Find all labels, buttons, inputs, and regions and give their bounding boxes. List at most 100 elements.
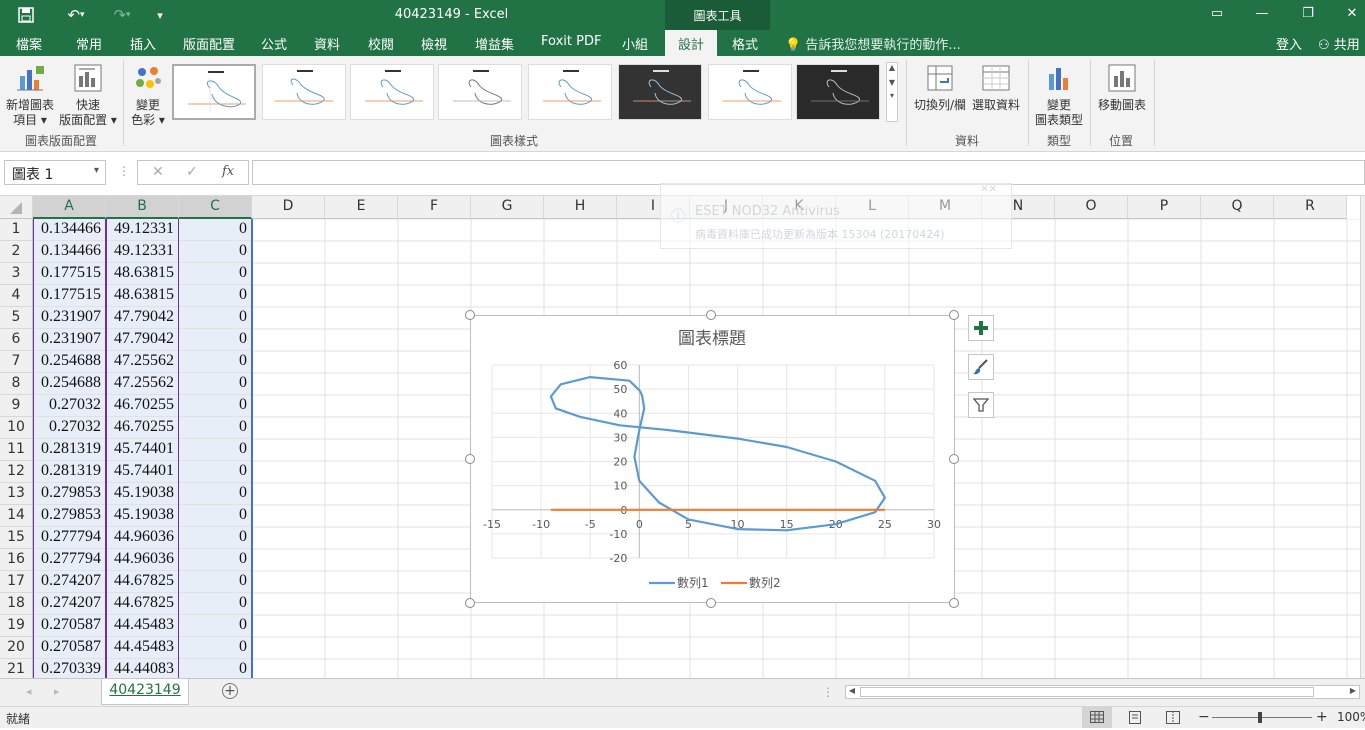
quick-layout-button[interactable]: 快速 版面配置 ▾ xyxy=(58,62,118,128)
share-button[interactable]: ⚇ 共用 xyxy=(1318,34,1360,53)
column-header-a[interactable]: A xyxy=(33,196,106,219)
name-box-dropdown-icon[interactable]: ▾ xyxy=(94,165,99,176)
column-header-d[interactable]: D xyxy=(252,196,325,219)
cell-b[interactable]: 47.79042 xyxy=(106,307,179,329)
change-colors-button[interactable]: 變更 色彩 ▾ xyxy=(128,62,168,128)
zoom-slider[interactable] xyxy=(1212,712,1312,723)
cell-c[interactable]: 0 xyxy=(179,241,252,263)
zoom-out-icon[interactable]: − xyxy=(1198,709,1210,725)
cell-a[interactable]: 0.281319 xyxy=(33,461,106,483)
close-icon[interactable]: ✕ xyxy=(1340,6,1364,21)
tell-me-box[interactable]: 💡 告訴我您想要執行的動作... xyxy=(785,34,961,53)
formula-input[interactable] xyxy=(252,160,1365,185)
scroll-thumb[interactable] xyxy=(860,687,1314,697)
cell-a[interactable]: 0.270339 xyxy=(33,659,106,678)
resize-handle-l[interactable] xyxy=(465,454,475,464)
scroll-left-icon[interactable]: ◀ xyxy=(846,686,858,698)
restore-icon[interactable]: ❐ xyxy=(1296,6,1320,21)
cell-b[interactable]: 44.44083 xyxy=(106,659,179,678)
tab-addins[interactable]: 增益集 xyxy=(475,34,514,53)
tab-design[interactable]: 設計 xyxy=(665,30,717,56)
cell-a[interactable]: 0.279853 xyxy=(33,505,106,527)
row-header[interactable]: 13 xyxy=(0,483,33,505)
cell-a[interactable]: 0.277794 xyxy=(33,527,106,549)
zoom-in-icon[interactable]: + xyxy=(1316,709,1328,725)
cancel-icon[interactable]: ✕ xyxy=(152,164,164,180)
resize-handle-br[interactable] xyxy=(949,598,959,608)
column-header-o[interactable]: O xyxy=(1055,196,1128,219)
cell-a[interactable]: 0.27032 xyxy=(33,395,106,417)
switch-row-column-button[interactable]: 切換列/欄 xyxy=(912,62,968,113)
cell-b[interactable]: 46.70255 xyxy=(106,395,179,417)
cell-c[interactable]: 0 xyxy=(179,329,252,351)
tab-insert[interactable]: 插入 xyxy=(130,34,156,53)
resize-handle-t[interactable] xyxy=(706,310,716,320)
row-header[interactable]: 16 xyxy=(0,549,33,571)
tab-home[interactable]: 常用 xyxy=(76,34,102,53)
tab-formulas[interactable]: 公式 xyxy=(261,34,287,53)
cell-b[interactable]: 44.96036 xyxy=(106,527,179,549)
cell-c[interactable]: 0 xyxy=(179,659,252,678)
cell-c[interactable]: 0 xyxy=(179,483,252,505)
resize-handle-b[interactable] xyxy=(706,598,716,608)
gallery-scroll[interactable]: ▲ ▼ ▾ xyxy=(886,62,898,122)
cell-b[interactable]: 48.63815 xyxy=(106,285,179,307)
select-all-corner[interactable] xyxy=(0,196,33,219)
page-layout-view-button[interactable] xyxy=(1128,711,1142,727)
row-header[interactable]: 15 xyxy=(0,527,33,549)
cell-a[interactable]: 0.254688 xyxy=(33,351,106,373)
sheet-next-icon[interactable]: ▸ xyxy=(54,685,60,698)
column-header-r[interactable]: R xyxy=(1274,196,1347,219)
row-header[interactable]: 10 xyxy=(0,417,33,439)
cell-a[interactable]: 0.231907 xyxy=(33,307,106,329)
column-header-f[interactable]: F xyxy=(398,196,471,219)
tab-review[interactable]: 校閱 xyxy=(368,34,394,53)
cell-a[interactable]: 0.279853 xyxy=(33,483,106,505)
row-header[interactable]: 4 xyxy=(0,285,33,307)
notification-close-icon[interactable]: ✕✕ xyxy=(980,184,997,195)
add-chart-element-button[interactable]: 新增圖表 項目 ▾ xyxy=(4,62,56,128)
sheet-prev-icon[interactable]: ◂ xyxy=(26,685,32,698)
cell-c[interactable]: 0 xyxy=(179,307,252,329)
minimize-icon[interactable]: — xyxy=(1250,6,1274,21)
change-chart-type-button[interactable]: 變更 圖表類型 xyxy=(1032,62,1086,128)
row-header[interactable]: 11 xyxy=(0,439,33,461)
cell-b[interactable]: 46.70255 xyxy=(106,417,179,439)
cell-b[interactable]: 47.79042 xyxy=(106,329,179,351)
row-header[interactable]: 20 xyxy=(0,637,33,659)
zoom-slider-thumb[interactable] xyxy=(1258,712,1262,723)
cell-c[interactable]: 0 xyxy=(179,263,252,285)
ribbon-display-icon[interactable]: ▭ xyxy=(1205,6,1229,21)
scroll-right-icon[interactable]: ▶ xyxy=(1347,686,1359,698)
gallery-down-icon[interactable]: ▼ xyxy=(887,78,897,87)
row-header[interactable]: 18 xyxy=(0,593,33,615)
cell-a[interactable]: 0.281319 xyxy=(33,439,106,461)
sheet-tab-40423149[interactable]: 40423149 xyxy=(101,679,189,705)
signin-link[interactable]: 登入 xyxy=(1276,34,1302,53)
resize-handle-r[interactable] xyxy=(949,454,959,464)
row-header[interactable]: 1 xyxy=(0,219,33,241)
row-header[interactable]: 5 xyxy=(0,307,33,329)
row-header[interactable]: 8 xyxy=(0,373,33,395)
cell-b[interactable]: 48.63815 xyxy=(106,263,179,285)
row-header[interactable]: 19 xyxy=(0,615,33,637)
cell-a[interactable]: 0.134466 xyxy=(33,241,106,263)
cell-c[interactable]: 0 xyxy=(179,417,252,439)
chart-style-5[interactable] xyxy=(528,64,612,120)
cell-a[interactable]: 0.274207 xyxy=(33,593,106,615)
cell-a[interactable]: 0.270587 xyxy=(33,615,106,637)
cell-a[interactable]: 0.177515 xyxy=(33,285,106,307)
cell-b[interactable]: 44.67825 xyxy=(106,593,179,615)
cell-a[interactable]: 0.274207 xyxy=(33,571,106,593)
cell-a[interactable]: 0.27032 xyxy=(33,417,106,439)
row-header[interactable]: 6 xyxy=(0,329,33,351)
cell-b[interactable]: 45.19038 xyxy=(106,483,179,505)
cell-b[interactable]: 44.45483 xyxy=(106,637,179,659)
cell-b[interactable]: 47.25562 xyxy=(106,351,179,373)
chart-style-3[interactable] xyxy=(350,64,434,120)
cell-b[interactable]: 44.45483 xyxy=(106,615,179,637)
row-header[interactable]: 2 xyxy=(0,241,33,263)
tab-page-layout[interactable]: 版面配置 xyxy=(183,34,235,53)
split-grip-icon[interactable]: ⋮ xyxy=(822,685,834,699)
chart-elements-button[interactable] xyxy=(968,315,994,341)
